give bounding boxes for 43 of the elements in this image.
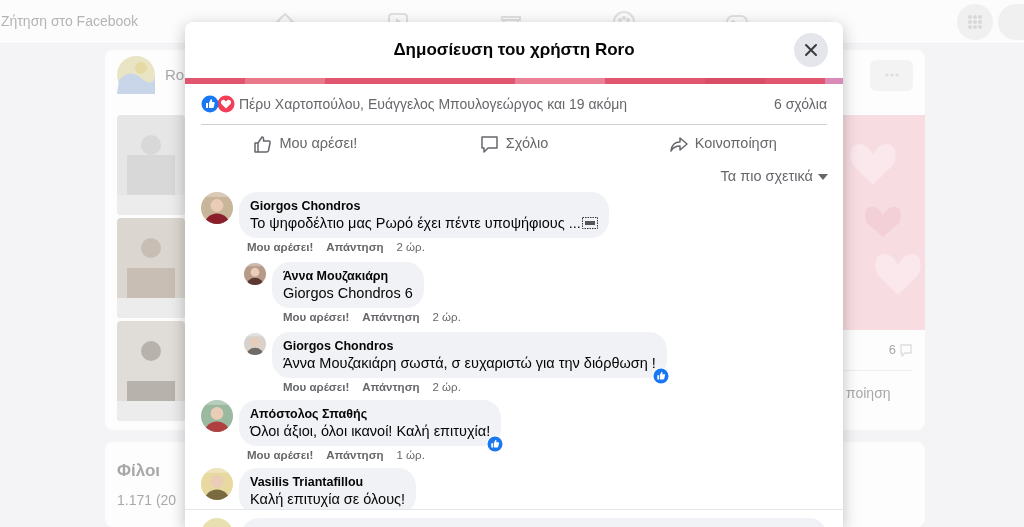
more-button[interactable] bbox=[870, 59, 913, 91]
author-name[interactable]: Άννα Μουζακιάρη bbox=[283, 268, 413, 284]
like-link[interactable]: Μου αρέσει! bbox=[247, 447, 314, 465]
like-icon bbox=[201, 95, 219, 113]
author-name[interactable]: Giorgos Chondros bbox=[283, 338, 656, 354]
timestamp[interactable]: 1 ώρ. bbox=[396, 447, 425, 465]
dialog-title: Δημοσίευση του χρήστη Roro bbox=[393, 39, 635, 62]
comments-count[interactable]: 6 σχόλια bbox=[774, 93, 827, 115]
grid-icon bbox=[967, 13, 983, 30]
thumbs-up-icon bbox=[253, 134, 273, 154]
caret-icon bbox=[818, 174, 828, 180]
share-icon bbox=[668, 134, 688, 154]
reply-link[interactable]: Απάντηση bbox=[362, 309, 420, 327]
author-name[interactable]: Giorgos Chondros bbox=[250, 198, 598, 214]
reactions-summary[interactable]: Πέρυ Χαρτοπούλου, Ευάγγελος Μπουλογεώργος και 19 ακόμη bbox=[239, 93, 628, 115]
close-icon bbox=[804, 43, 818, 57]
sort-dropdown[interactable]: Τα πιο σχετικά bbox=[720, 166, 828, 188]
menu-button[interactable] bbox=[957, 3, 993, 40]
like-button[interactable]: Μου αρέσει! bbox=[201, 127, 410, 161]
comment-text: Όλοι άξιοι, όλοι ικανοί! Καλή επιτυχία! bbox=[250, 422, 491, 440]
reply-link[interactable]: Απάντηση bbox=[326, 239, 384, 257]
close-button[interactable] bbox=[794, 33, 828, 67]
section-title: Φίλοι bbox=[117, 460, 161, 482]
comment-text: Άννα Μουζακιάρη σωστά, σ ευχαριστώ για την διόρθωση ! bbox=[283, 354, 656, 372]
author-name[interactable]: Vasilis Triantafillou bbox=[250, 474, 406, 490]
comment-button[interactable]: Σχόλιο bbox=[409, 127, 619, 161]
comment-count: 6 bbox=[888, 341, 896, 359]
like-link[interactable]: Μου αρέσει! bbox=[283, 379, 350, 397]
like-link[interactable]: Μου αρέσει! bbox=[283, 309, 350, 327]
friends-count: 1.171 (20 bbox=[117, 490, 177, 510]
timestamp[interactable]: 2 ώρ. bbox=[432, 309, 461, 327]
author-name[interactable]: Απόστολος Σπαθής bbox=[250, 406, 491, 422]
comment-icon bbox=[899, 342, 913, 357]
timestamp[interactable]: 2 ώρ. bbox=[396, 239, 425, 257]
comment-text: Το ψηφοδέλτιο μας Ρωρό έχει πέντε υποψήφιους ... bbox=[250, 214, 581, 232]
comment-text: Καλή επιτυχία σε όλους! bbox=[250, 490, 406, 508]
comment-icon bbox=[479, 134, 499, 154]
comment-text: Giorgos Chondros 6 bbox=[283, 284, 413, 302]
like-link[interactable]: Μου αρέσει! bbox=[247, 239, 314, 257]
reply-link[interactable]: Απάντηση bbox=[362, 379, 420, 397]
timestamp[interactable]: 2 ώρ. bbox=[432, 379, 461, 397]
reply-link[interactable]: Απάντηση bbox=[326, 447, 384, 465]
share-button[interactable]: Κοινοποίηση bbox=[618, 127, 827, 161]
